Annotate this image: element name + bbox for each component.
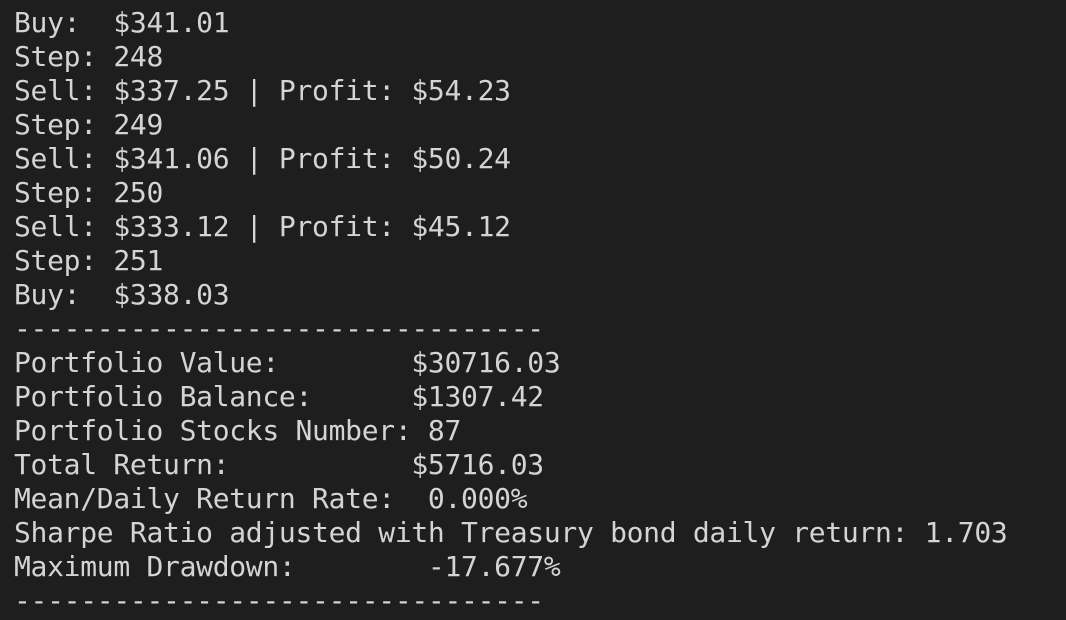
log-line-sell: Sell: $341.06 | Profit: $50.24	[14, 142, 511, 175]
mean-daily-return-rate-line: Mean/Daily Return Rate: 0.000%	[14, 482, 528, 515]
separator-line: --------------------------------	[14, 312, 544, 345]
log-line-step: Step: 248	[14, 40, 164, 73]
log-line-buy: Buy: $338.03	[14, 278, 230, 311]
total-return-line: Total Return: $5716.03	[14, 448, 544, 481]
log-line-buy: Buy: $341.01	[14, 6, 230, 39]
separator-line: --------------------------------	[14, 584, 544, 617]
portfolio-balance-line: Portfolio Balance: $1307.42	[14, 380, 544, 413]
portfolio-value-line: Portfolio Value: $30716.03	[14, 346, 561, 379]
sharpe-ratio-line: Sharpe Ratio adjusted with Treasury bond…	[14, 516, 1008, 549]
terminal-output: Buy: $341.01 Step: 248 Sell: $337.25 | P…	[0, 0, 1066, 620]
log-line-sell: Sell: $337.25 | Profit: $54.23	[14, 74, 511, 107]
maximum-drawdown-line: Maximum Drawdown: -17.677%	[14, 550, 561, 583]
log-line-step: Step: 251	[14, 244, 164, 277]
log-line-step: Step: 250	[14, 176, 164, 209]
portfolio-stocks-number-line: Portfolio Stocks Number: 87	[14, 414, 462, 447]
log-line-sell: Sell: $333.12 | Profit: $45.12	[14, 210, 511, 243]
log-line-step: Step: 249	[14, 108, 164, 141]
